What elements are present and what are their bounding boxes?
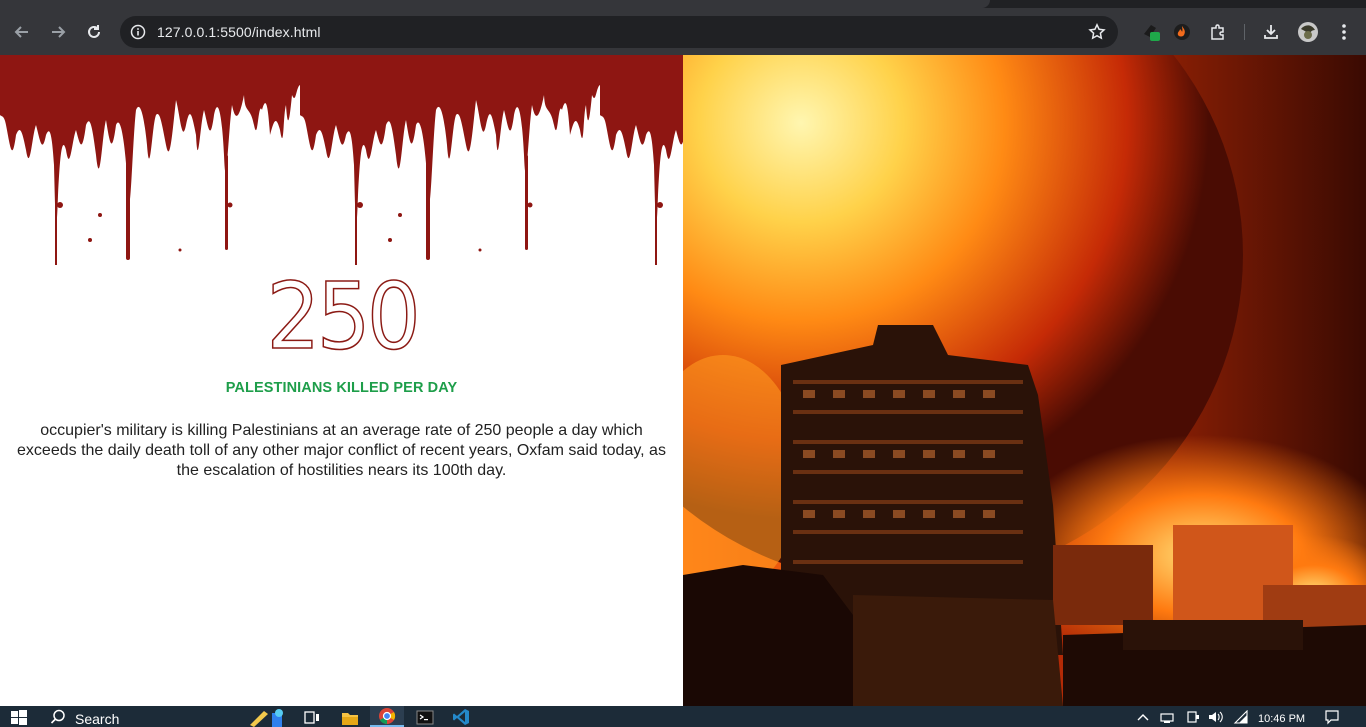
bookmark-star-icon[interactable] bbox=[1086, 21, 1108, 43]
address-bar[interactable]: 127.0.0.1:5500/index.html bbox=[120, 16, 1118, 48]
stat-number: 250 bbox=[265, 262, 421, 371]
search-icon[interactable] bbox=[48, 706, 68, 727]
stat-description: occupier's military is killing Palestini… bbox=[17, 422, 666, 479]
toolbar-separator bbox=[1244, 24, 1245, 40]
task-view-icon[interactable] bbox=[302, 706, 322, 727]
browser-toolbar: 127.0.0.1:5500/index.html bbox=[0, 8, 1366, 55]
stat-label: PALESTINIANS KILLED PER DAY bbox=[225, 380, 458, 396]
web-page: 250 PALESTINIANS KILLED PER DAY occupier… bbox=[0, 55, 1366, 706]
file-explorer-icon[interactable] bbox=[340, 706, 360, 727]
extensions-puzzle-icon[interactable] bbox=[1204, 18, 1232, 46]
forward-icon[interactable] bbox=[44, 18, 72, 46]
download-icon[interactable] bbox=[1257, 18, 1285, 46]
tray-chevron-icon[interactable] bbox=[1136, 706, 1150, 727]
explosion-photo bbox=[683, 55, 1366, 706]
network-icon[interactable] bbox=[1184, 706, 1202, 727]
vscode-icon[interactable] bbox=[450, 706, 472, 727]
taskbar: Search 10:46 PM bbox=[0, 706, 1366, 727]
menu-icon[interactable] bbox=[1330, 18, 1358, 46]
reload-icon[interactable] bbox=[80, 18, 108, 46]
profile-avatar[interactable] bbox=[1294, 18, 1322, 46]
wifi-icon[interactable] bbox=[1232, 706, 1250, 727]
terminal-icon[interactable] bbox=[414, 706, 436, 727]
blood-drip-graphic bbox=[0, 55, 683, 265]
volume-icon[interactable] bbox=[1206, 706, 1224, 727]
notifications-icon[interactable] bbox=[1322, 706, 1342, 727]
network-icon[interactable] bbox=[1158, 706, 1176, 727]
chrome-icon[interactable] bbox=[370, 706, 404, 727]
back-icon[interactable] bbox=[8, 18, 36, 46]
url-text[interactable]: 127.0.0.1:5500/index.html bbox=[157, 24, 321, 40]
windows-start-icon[interactable] bbox=[8, 706, 30, 727]
tab-strip bbox=[0, 0, 1366, 8]
site-info-icon[interactable] bbox=[128, 22, 148, 42]
extension-icon[interactable] bbox=[1138, 18, 1166, 46]
active-tab-edge[interactable] bbox=[0, 0, 990, 8]
taskbar-search-label[interactable]: Search bbox=[75, 711, 119, 727]
clock-time[interactable]: 10:46 PM bbox=[1258, 713, 1305, 725]
extension-icon[interactable] bbox=[1168, 18, 1196, 46]
widgets-icon[interactable] bbox=[242, 706, 290, 727]
stat-panel: 250 PALESTINIANS KILLED PER DAY occupier… bbox=[0, 55, 683, 706]
